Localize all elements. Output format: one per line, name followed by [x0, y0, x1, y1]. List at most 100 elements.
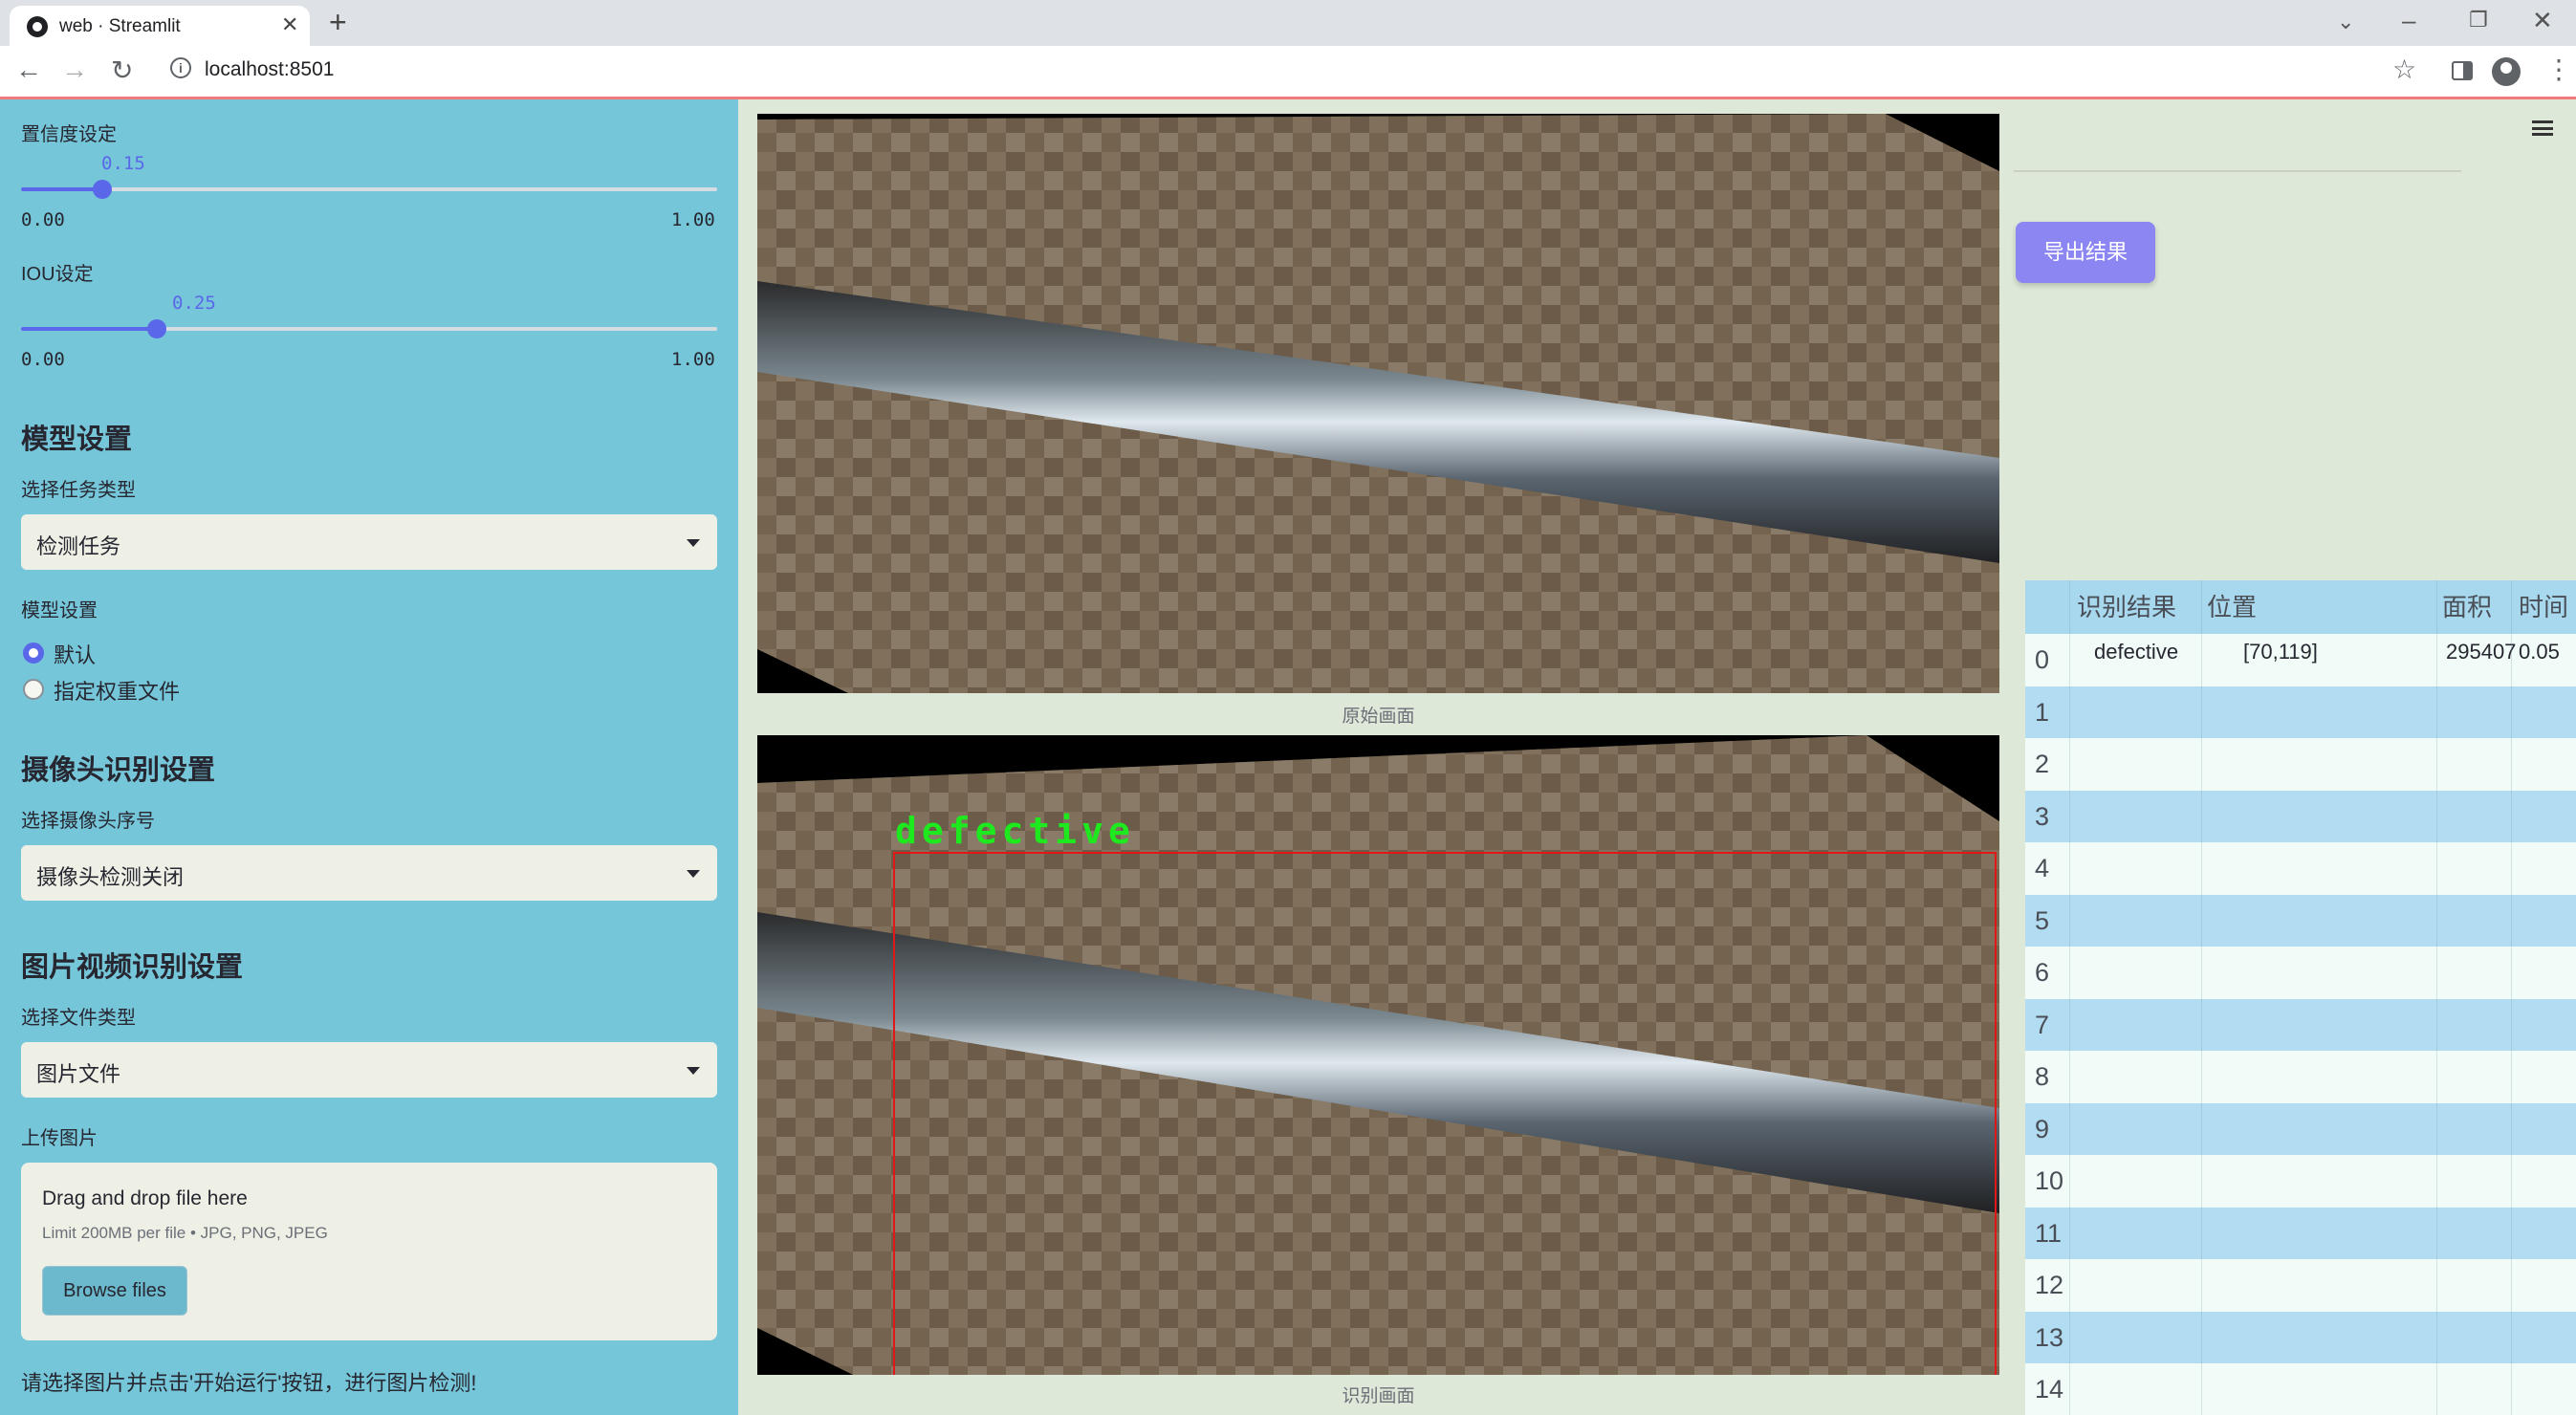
table-row[interactable]: 10 — [2025, 1155, 2576, 1208]
sidebar: 置信度设定 0.15 0.00 1.00 IOU设定 0.25 0.00 1.0… — [0, 99, 738, 1415]
table-row[interactable]: 13 — [2025, 1311, 2576, 1363]
confidence-min: 0.00 — [21, 209, 65, 230]
iou-label: IOU设定 — [21, 264, 94, 285]
browser-tab[interactable]: web · Streamlit ✕ — [10, 6, 310, 46]
confidence-slider-thumb[interactable] — [93, 180, 113, 199]
table-row[interactable]: 2 — [2025, 738, 2576, 791]
iou-slider[interactable] — [21, 319, 717, 338]
row-index: 4 — [2035, 854, 2050, 882]
reload-icon[interactable]: ↻ — [111, 54, 133, 86]
confidence-label: 置信度设定 — [21, 124, 117, 145]
cell-area: 295407 — [2446, 640, 2517, 664]
camera-value: 摄像头检测关闭 — [36, 865, 185, 889]
task-type-value: 检测任务 — [36, 534, 121, 558]
row-index: 9 — [2035, 1114, 2050, 1143]
row-index: 2 — [2035, 750, 2050, 778]
table-row[interactable]: 4 — [2025, 842, 2576, 895]
camera-settings-heading: 摄像头识别设置 — [21, 755, 216, 786]
table-row[interactable]: 12 — [2025, 1259, 2576, 1312]
iou-max: 1.00 — [671, 349, 715, 370]
window-restore-icon[interactable]: ❐ — [2469, 8, 2488, 33]
table-row[interactable]: 11 — [2025, 1207, 2576, 1259]
window-minimize-icon[interactable]: – — [2402, 6, 2415, 35]
row-index: 0 — [2035, 645, 2050, 674]
iou-slider-thumb[interactable] — [146, 319, 166, 338]
results-table[interactable]: 识别结果 位置 面积 时间 0 defective [70,119] 295407 0.… — [2025, 580, 2576, 1415]
address-bar: ← → ↻ i localhost:8501 ☆ ⋮ — [0, 46, 2576, 98]
table-row[interactable]: 14 — [2025, 1363, 2576, 1415]
table-row[interactable]: 5 — [2025, 894, 2576, 947]
forward-arrow-icon[interactable]: → — [61, 54, 88, 85]
table-row[interactable]: 6 — [2025, 947, 2576, 999]
file-type-label: 选择文件类型 — [21, 1008, 136, 1029]
table-row[interactable]: 0 defective [70,119] 295407 0.05 — [2025, 634, 2576, 686]
tab-close-icon[interactable]: ✕ — [281, 12, 298, 37]
table-row[interactable]: 3 — [2025, 790, 2576, 842]
back-arrow-icon[interactable]: ← — [15, 54, 42, 85]
column-divider — [2511, 580, 2512, 1415]
browse-files-button[interactable]: Browse files — [42, 1266, 187, 1316]
row-index: 1 — [2035, 697, 2050, 727]
detection-image: defective — [757, 735, 1999, 1375]
model-label: 模型设置 — [21, 600, 98, 621]
file-type-select[interactable]: 图片文件 — [21, 1042, 717, 1098]
bookmark-star-icon[interactable]: ☆ — [2392, 54, 2416, 85]
detected-caption: 识别画面 — [1342, 1386, 1415, 1406]
confidence-slider[interactable] — [21, 180, 717, 199]
export-results-button[interactable]: 导出结果 — [2016, 222, 2155, 283]
browser-menu-icon[interactable]: ⋮ — [2545, 54, 2572, 85]
row-index: 5 — [2035, 905, 2050, 935]
radio-custom-weights[interactable] — [23, 679, 44, 700]
upload-label: 上传图片 — [21, 1128, 98, 1149]
media-settings-heading: 图片视频识别设置 — [21, 952, 244, 983]
iou-min: 0.00 — [21, 349, 65, 370]
radio-default[interactable] — [23, 642, 44, 664]
row-index: 7 — [2035, 1010, 2050, 1039]
pipe-photo-original — [757, 114, 1999, 693]
row-index: 14 — [2035, 1375, 2064, 1404]
file-type-value: 图片文件 — [36, 1062, 121, 1086]
radio-default-label[interactable]: 默认 — [54, 639, 96, 669]
task-type-select[interactable]: 检测任务 — [21, 514, 717, 570]
column-divider — [2436, 580, 2437, 1415]
tab-search-chevron-icon[interactable]: ⌄ — [2337, 10, 2354, 34]
hamburger-menu-icon[interactable] — [2532, 120, 2553, 136]
column-divider — [2201, 580, 2202, 1415]
column-header-position[interactable]: 位置 — [2207, 588, 2257, 623]
cell-position: [70,119] — [2243, 640, 2318, 664]
camera-label: 选择摄像头序号 — [21, 811, 155, 832]
row-index: 10 — [2035, 1166, 2064, 1195]
task-type-label: 选择任务类型 — [21, 480, 136, 501]
model-settings-heading: 模型设置 — [21, 424, 133, 455]
confidence-max: 1.00 — [671, 209, 715, 230]
column-header-area[interactable]: 面积 — [2442, 588, 2492, 623]
table-row[interactable]: 1 — [2025, 686, 2576, 738]
site-info-icon[interactable]: i — [170, 57, 191, 78]
detection-label: defective — [895, 810, 1135, 852]
original-image — [757, 114, 1999, 693]
new-tab-icon[interactable]: + — [329, 6, 347, 38]
original-caption: 原始画面 — [1342, 707, 1415, 727]
profile-avatar-icon[interactable] — [2492, 57, 2521, 86]
camera-select[interactable]: 摄像头检测关闭 — [21, 845, 717, 901]
table-row[interactable]: 8 — [2025, 1051, 2576, 1103]
table-row[interactable]: 9 — [2025, 1102, 2576, 1155]
column-header-time[interactable]: 时间 — [2519, 588, 2568, 623]
results-table-header: 识别结果 位置 面积 时间 — [2025, 580, 2576, 634]
radio-custom-weights-label[interactable]: 指定权重文件 — [54, 675, 180, 706]
divider — [2014, 170, 2461, 172]
column-divider — [2069, 580, 2070, 1415]
streamlit-favicon-icon — [27, 16, 48, 37]
column-header-result[interactable]: 识别结果 — [2077, 588, 2176, 623]
window-close-icon[interactable]: ✕ — [2532, 6, 2553, 35]
file-dropzone[interactable]: Drag and drop file here Limit 200MB per … — [21, 1163, 717, 1340]
tab-title: web · Streamlit — [59, 16, 181, 36]
row-index: 6 — [2035, 958, 2050, 987]
sidebar-hint: 请选择图片并点击'开始运行'按钮，进行图片检测! — [21, 1371, 477, 1395]
url-field[interactable]: localhost:8501 — [205, 58, 334, 81]
row-index: 3 — [2035, 801, 2050, 831]
side-panel-icon[interactable] — [2452, 61, 2473, 80]
table-row[interactable]: 7 — [2025, 998, 2576, 1051]
chevron-down-icon — [687, 1067, 700, 1075]
chevron-down-icon — [687, 539, 700, 547]
